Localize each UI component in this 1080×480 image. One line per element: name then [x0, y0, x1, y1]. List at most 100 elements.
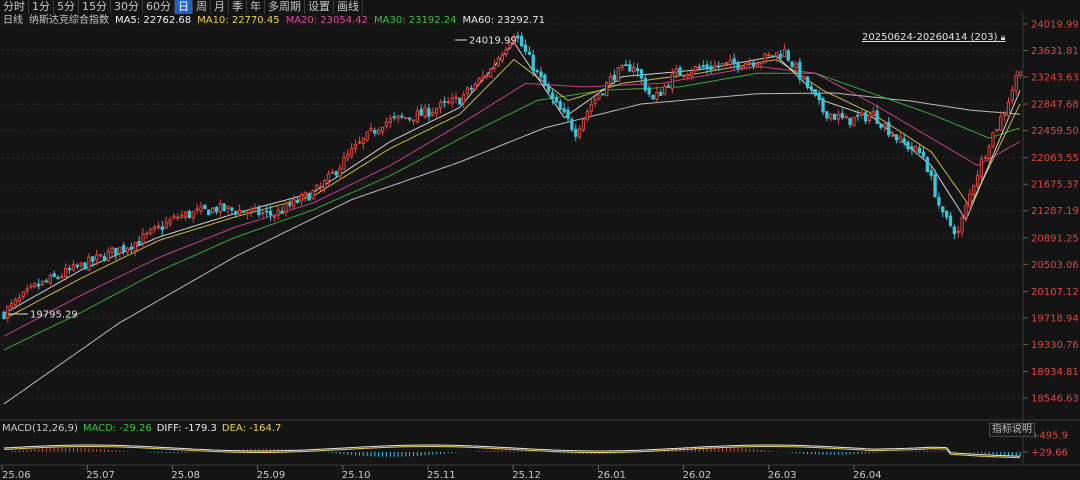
- candle: [554, 94, 559, 104]
- candle: [380, 126, 385, 136]
- candle: [728, 54, 732, 69]
- candle: [894, 134, 899, 144]
- candle: [249, 206, 253, 217]
- candle: [29, 283, 33, 290]
- candle: [149, 227, 153, 236]
- x-tick-label: 26.04: [853, 470, 882, 480]
- candle: [187, 209, 192, 219]
- candle: [176, 213, 180, 221]
- candle: [860, 108, 864, 119]
- candle: [979, 155, 984, 182]
- y-tick-label: 20107.12: [1031, 287, 1079, 298]
- y-tick-label: 24019.99: [1031, 20, 1079, 31]
- candle: [655, 86, 659, 103]
- candle: [786, 48, 790, 63]
- candle: [438, 99, 443, 114]
- candle: [813, 89, 817, 98]
- ma60-line: [3, 92, 1021, 405]
- candle: [384, 117, 389, 130]
- candle: [67, 265, 72, 274]
- candle: [910, 141, 914, 156]
- candle: [230, 206, 234, 214]
- candle: [597, 94, 601, 101]
- candle: [442, 96, 447, 108]
- x-tick-label: 25.08: [171, 470, 200, 480]
- candle: [975, 170, 980, 191]
- candle: [295, 197, 300, 204]
- candle: [377, 127, 381, 136]
- candle: [207, 209, 211, 216]
- candle: [821, 96, 825, 116]
- candle: [330, 168, 335, 174]
- candle: [678, 65, 682, 76]
- candle: [299, 192, 304, 206]
- candle: [83, 262, 87, 270]
- candle: [848, 117, 852, 129]
- candle: [516, 31, 520, 43]
- y-tick-label: 18546.63: [1031, 394, 1079, 405]
- candle: [632, 62, 636, 76]
- candle: [709, 61, 713, 74]
- candle: [392, 112, 396, 121]
- y-tick-label: 18934.81: [1031, 367, 1079, 378]
- candle: [2, 310, 6, 320]
- candle: [125, 246, 130, 256]
- candle: [832, 113, 837, 120]
- candle: [106, 247, 110, 262]
- candle: [585, 108, 590, 123]
- candle: [79, 261, 83, 271]
- x-tick-label: 25.11: [427, 470, 456, 480]
- candle: [836, 109, 841, 125]
- y-tick-label: 20891.25: [1031, 233, 1079, 244]
- candle: [52, 270, 56, 278]
- candle: [840, 108, 845, 120]
- candle: [941, 206, 945, 218]
- kline-chart[interactable]: +495.9 +29.66 24019.99 19795.29 24019.99 23…: [0, 0, 1080, 480]
- candle: [875, 105, 879, 125]
- candle: [1018, 71, 1022, 79]
- candle: [118, 247, 122, 259]
- candle: [759, 60, 763, 70]
- candle: [172, 213, 176, 220]
- indicator-help-button[interactable]: 指标说明: [989, 423, 1035, 437]
- candle: [427, 103, 431, 121]
- y-tick-label: 22459.50: [1031, 126, 1079, 137]
- candle: [276, 204, 280, 221]
- candle: [740, 66, 744, 71]
- candle: [311, 189, 315, 200]
- y-tick-label: 22063.55: [1031, 153, 1079, 164]
- candle: [566, 106, 570, 123]
- candle: [214, 205, 219, 215]
- candle: [489, 67, 493, 78]
- candle: [342, 151, 346, 170]
- candle: [917, 144, 922, 154]
- y-tick-label: 21675.37: [1031, 180, 1079, 191]
- ma20-line: [3, 65, 1021, 337]
- candle: [280, 206, 284, 215]
- candle: [504, 46, 508, 58]
- candle: [574, 124, 578, 142]
- candle: [195, 203, 199, 215]
- candle: [245, 211, 250, 220]
- candle: [129, 242, 134, 254]
- candle: [446, 97, 450, 105]
- candle: [794, 60, 798, 72]
- candle: [477, 76, 481, 85]
- candle: [21, 291, 25, 300]
- high-annotation: 24019.99: [469, 36, 517, 47]
- candle: [37, 278, 41, 290]
- y-tick-label: 23243.63: [1031, 73, 1079, 84]
- annotations: 24019.99 19795.29: [8, 36, 517, 321]
- x-tick-label: 25.06: [2, 470, 31, 480]
- candle: [350, 142, 354, 159]
- candle: [736, 60, 740, 73]
- ma30-line: [3, 72, 1021, 351]
- candle: [454, 92, 458, 104]
- candle: [1010, 86, 1015, 105]
- candle: [210, 206, 215, 214]
- candle: [180, 210, 184, 220]
- candle: [898, 131, 902, 144]
- low-annotation: 19795.29: [30, 310, 78, 321]
- candle: [686, 72, 690, 81]
- candle: [535, 69, 539, 75]
